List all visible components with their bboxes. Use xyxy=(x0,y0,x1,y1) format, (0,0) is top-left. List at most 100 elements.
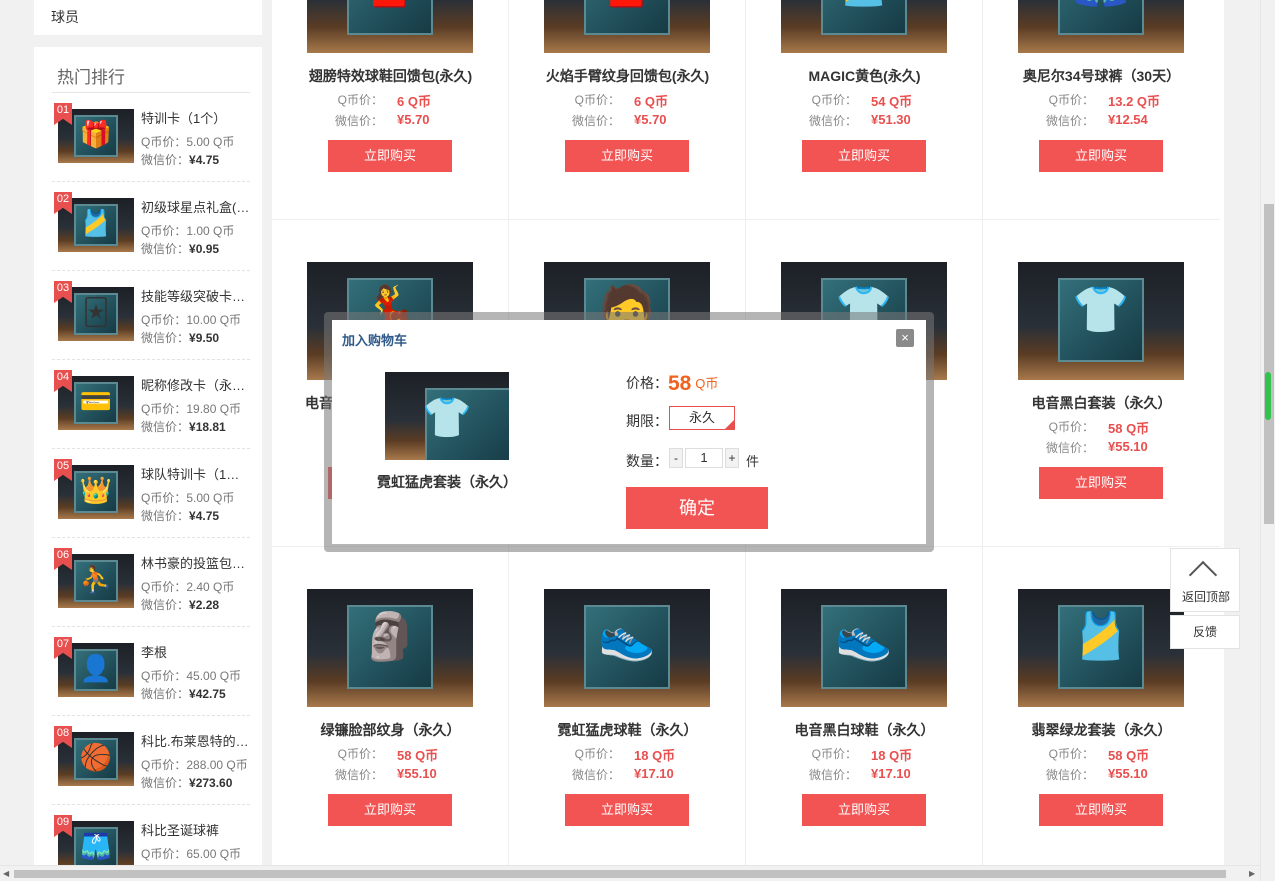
confirm-button[interactable]: 确定 xyxy=(626,487,768,529)
horizontal-scrollbar[interactable]: ◀ ▶ xyxy=(0,865,1260,881)
product-title[interactable]: 绿镰脸部纹身（永久） xyxy=(272,720,509,740)
ranking-item-qprice: Q币价：2.40 Q币 xyxy=(141,580,235,594)
product-image[interactable]: 🧧 xyxy=(544,0,710,53)
sidebar-category-top[interactable]: 球员 xyxy=(34,0,262,35)
buy-now-button[interactable]: 立即购买 xyxy=(1039,467,1163,499)
term-label: 期限： xyxy=(626,413,668,429)
close-icon[interactable]: × xyxy=(896,329,914,347)
product-title[interactable]: 电音黑白球鞋（永久） xyxy=(746,720,983,740)
ranking-item-qprice: Q币价：1.00 Q币 xyxy=(141,224,235,238)
ranking-item-name[interactable]: 技能等级突破卡（… xyxy=(141,286,251,305)
quantity-label: 数量： xyxy=(626,453,668,469)
price-value: 58 xyxy=(668,372,692,395)
product-image[interactable]: 🗿 xyxy=(307,589,473,707)
product-title[interactable]: 电音黑白套装（永久） xyxy=(983,393,1220,413)
sidebar-category-label[interactable]: 球员 xyxy=(51,7,79,27)
product-title[interactable]: 火焰手臂纹身回馈包(永久) xyxy=(509,66,746,86)
product-image[interactable]: 🎽 xyxy=(781,0,947,53)
hot-ranking-panel: 热门排行 01 🎁 特训卡（1个） Q币价：5.00 Q币 微信价：¥4.75 02 🎽 初级… xyxy=(34,47,262,877)
ranking-item-wprice: 微信价：¥42.75 xyxy=(141,687,226,701)
hot-ranking-title: 热门排行 xyxy=(57,68,125,87)
ranking-item-name[interactable]: 昵称修改卡（永久） xyxy=(141,375,251,394)
ranking-item[interactable]: 07 👤 李根 Q币价：45.00 Q币 微信价：¥42.75 xyxy=(52,627,250,716)
add-to-cart-dialog: 加入购物车 × 👕 霓虹猛虎套装（永久） 价格：58 Q币 期限： 永久 数量：… xyxy=(332,320,926,544)
product-title[interactable]: 翅膀特效球鞋回馈包(永久) xyxy=(272,66,509,86)
product-image[interactable]: 👟 xyxy=(781,589,947,707)
product-card: 👕 电音黑白套装（永久） Q币价： 58 Q币 微信价： ¥55.10 立即购买 xyxy=(983,253,1220,553)
ranking-item-wprice: 微信价：¥0.95 xyxy=(141,242,220,256)
ranking-item-wprice: 微信价：¥273.60 xyxy=(141,776,233,790)
ranking-item-wprice: 微信价：¥4.75 xyxy=(141,153,220,167)
product-card: 👟 电音黑白球鞋（永久） Q币价： 18 Q币 微信价： ¥17.10 立即购买 xyxy=(746,580,983,880)
product-card: 🗿 绿镰脸部纹身（永久） Q币价： 58 Q币 微信价： ¥55.10 立即购买 xyxy=(272,580,509,880)
product-image[interactable]: 🎽 xyxy=(1018,589,1184,707)
feedback-button[interactable]: 反馈 xyxy=(1170,615,1240,649)
chevron-up-icon xyxy=(1188,560,1218,590)
product-card: 👟 霓虹猛虎球鞋（永久） Q币价： 18 Q币 微信价： ¥17.10 立即购买 xyxy=(509,580,746,880)
product-card: 🧧翅膀特效球鞋回馈包(永久)Q币价：6 Q币微信价：¥5.70立即购买 xyxy=(272,0,509,226)
ranking-item-qprice: Q币价：5.00 Q币 xyxy=(141,491,235,505)
ranking-item-name[interactable]: 特训卡（1个） xyxy=(141,108,251,127)
ranking-item-name[interactable]: 林书豪的投篮包（… xyxy=(141,553,251,572)
product-image[interactable]: 👕 xyxy=(1018,262,1184,380)
ranking-item[interactable]: 06 ⛹ 林书豪的投篮包（… Q币价：2.40 Q币 微信价：¥2.28 xyxy=(52,538,251,627)
price-unit: Q币 xyxy=(695,376,719,391)
buy-now-button[interactable]: 立即购买 xyxy=(802,794,926,826)
ranking-item-wprice: 微信价：¥4.75 xyxy=(141,509,220,523)
back-to-top-button[interactable]: 返回顶部 xyxy=(1170,548,1240,612)
term-option-permanent[interactable]: 永久 xyxy=(669,406,735,430)
ranking-item[interactable]: 04 💳 昵称修改卡（永久） Q币价：19.80 Q币 微信价：¥18.81 xyxy=(52,360,251,449)
product-image[interactable]: 🧧 xyxy=(307,0,473,53)
quantity-decrease-button[interactable]: - xyxy=(669,448,683,468)
ranking-item[interactable]: 08 🏀 科比.布莱恩特的… Q币价：288.00 Q币 微信价：¥273.60 xyxy=(52,716,250,805)
product-card: 🧧火焰手臂纹身回馈包(永久)Q币价：6 Q币微信价：¥5.70立即购买 xyxy=(509,0,746,226)
ranking-item[interactable]: 03 🃏 技能等级突破卡（… Q币价：10.00 Q币 微信价：¥9.50 xyxy=(52,271,251,360)
buy-now-button[interactable]: 立即购买 xyxy=(1039,794,1163,826)
dialog-product-image: 👕 xyxy=(385,372,509,460)
quantity-input[interactable]: 1 xyxy=(685,448,723,468)
scroll-indicator xyxy=(1265,372,1271,420)
ranking-item-qprice: Q币价：5.00 Q币 xyxy=(141,135,235,149)
back-to-top-label: 返回顶部 xyxy=(1181,590,1230,604)
dialog-product-name: 霓虹猛虎套装（永久） xyxy=(377,474,517,490)
ranking-item[interactable]: 02 🎽 初级球星点礼盒(1… Q币价：1.00 Q币 微信价：¥0.95 xyxy=(52,182,251,271)
ranking-item-qprice: Q币价：19.80 Q币 xyxy=(141,402,242,416)
ranking-item-name[interactable]: 科比圣诞球裤 xyxy=(141,820,251,839)
buy-now-button[interactable]: 立即购买 xyxy=(328,140,452,172)
ranking-item-qprice: Q币价：288.00 Q币 xyxy=(141,758,248,772)
buy-now-button[interactable]: 立即购买 xyxy=(802,140,926,172)
ranking-item-qprice: Q币价：45.00 Q币 xyxy=(141,669,242,683)
ranking-item-wprice: 微信价：¥2.28 xyxy=(141,598,220,612)
buy-now-button[interactable]: 立即购买 xyxy=(328,794,452,826)
scroll-left-icon[interactable]: ◀ xyxy=(3,869,9,878)
scrollbar-thumb[interactable] xyxy=(1264,204,1274,524)
ranking-item-qprice: Q币价：65.00 Q币 xyxy=(141,847,242,861)
ranking-item-qprice: Q币价：10.00 Q币 xyxy=(141,313,242,327)
buy-now-button[interactable]: 立即购买 xyxy=(565,794,689,826)
buy-now-button[interactable]: 立即购买 xyxy=(565,140,689,172)
price-row: 价格：58 Q币 xyxy=(626,372,718,396)
product-title[interactable]: MAGIC黄色(永久) xyxy=(746,66,983,86)
quantity-increase-button[interactable]: + xyxy=(725,448,739,468)
ranking-item-wprice: 微信价：¥18.81 xyxy=(141,420,226,434)
product-image[interactable]: 🩳 xyxy=(1018,0,1184,53)
product-title[interactable]: 奥尼尔34号球裤（30天） xyxy=(983,66,1220,86)
product-title[interactable]: 翡翠绿龙套装（永久） xyxy=(983,720,1220,740)
buy-now-button[interactable]: 立即购买 xyxy=(1039,140,1163,172)
product-title[interactable]: 霓虹猛虎球鞋（永久） xyxy=(509,720,746,740)
ranking-item-name[interactable]: 球队特训卡（1个） xyxy=(141,464,251,483)
dialog-title: 加入购物车 xyxy=(342,333,408,348)
price-label: 价格： xyxy=(626,375,668,391)
ranking-item-name[interactable]: 初级球星点礼盒(1… xyxy=(141,197,251,216)
product-image[interactable]: 👟 xyxy=(544,589,710,707)
product-card: 🩳奥尼尔34号球裤（30天）Q币价：13.2 Q币微信价：¥12.54立即购买 xyxy=(983,0,1220,226)
ranking-item-name[interactable]: 李根 xyxy=(141,642,251,661)
ranking-item-name[interactable]: 科比.布莱恩特的… xyxy=(141,731,251,750)
ranking-item[interactable]: 01 🎁 特训卡（1个） Q币价：5.00 Q币 微信价：¥4.75 xyxy=(52,93,250,182)
ranking-item-wprice: 微信价：¥9.50 xyxy=(141,331,220,345)
ranking-item[interactable]: 05 👑 球队特训卡（1个） Q币价：5.00 Q币 微信价：¥4.75 xyxy=(52,449,251,538)
quantity-unit: 件 xyxy=(746,454,760,469)
vertical-scrollbar[interactable] xyxy=(1260,0,1275,881)
scrollbar-thumb[interactable] xyxy=(14,870,1226,878)
scroll-right-icon[interactable]: ▶ xyxy=(1249,869,1255,878)
